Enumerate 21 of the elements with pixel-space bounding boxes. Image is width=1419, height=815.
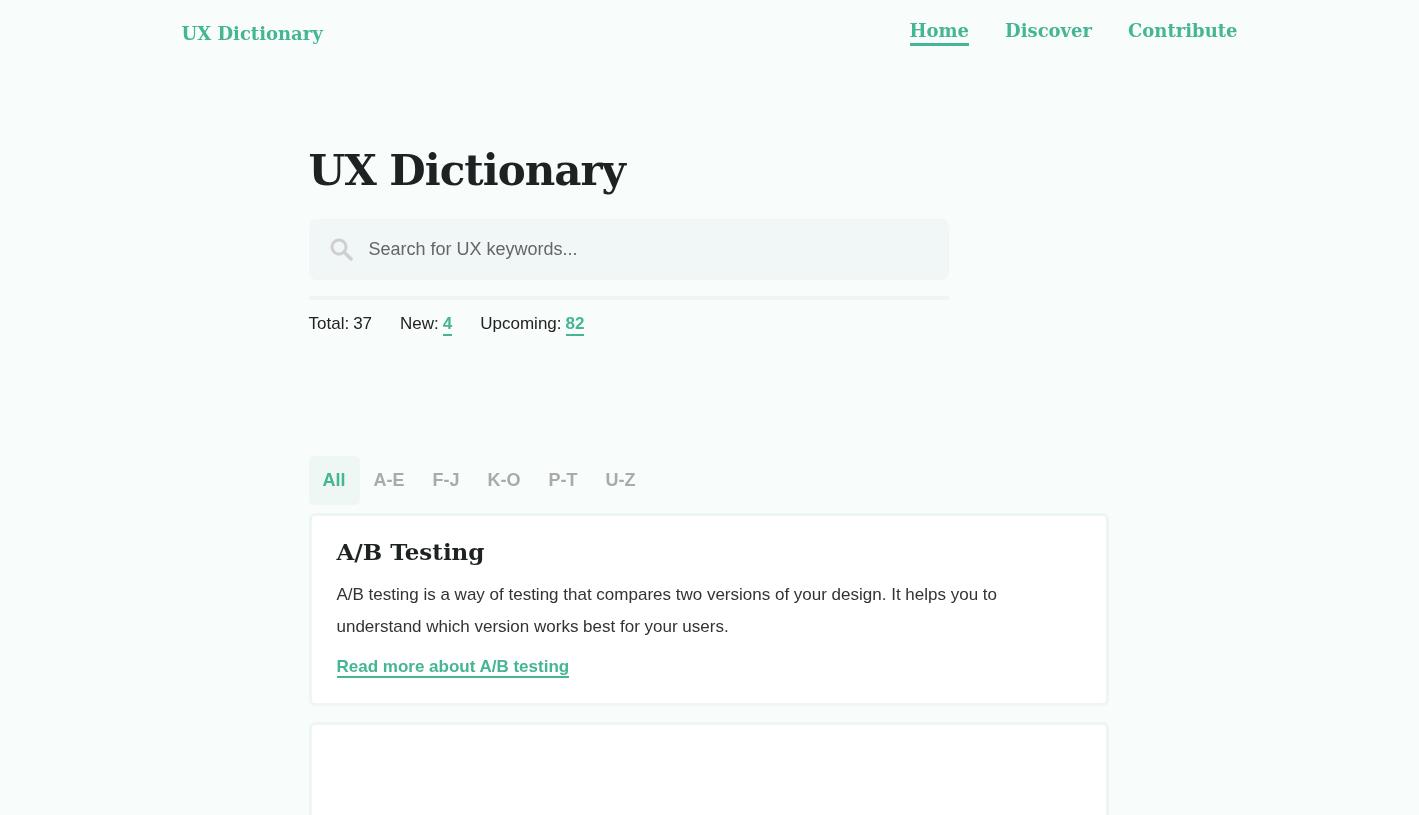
filter-tab[interactable]: U-Z [591,456,650,505]
read-more-link[interactable]: Read more about A/B testing [336,657,570,678]
search-field[interactable]: Search for UX keywords... [308,219,949,280]
entry-description: A/B testing is a way of testing that compares two versions of your design. It helps you to understand which version works best for your users. [336,584,998,638]
nav-link[interactable]: Contribute [1128,20,1238,46]
nav-link[interactable]: Discover [1005,20,1092,46]
stat-link[interactable]: 4 [442,314,453,336]
nav-link[interactable]: Home [909,20,970,46]
filter-tab[interactable]: P-T [534,456,592,505]
filter-tab[interactable]: F-J [418,456,474,505]
stat-value: 37 [353,314,373,335]
page-title: UX Dictionary [308,146,628,195]
filter-tab[interactable]: A-E [359,456,419,505]
filter-tab[interactable]: K-O [473,456,535,505]
stat-label: Upcoming: [480,314,562,335]
stat-label: New: [400,314,439,335]
site-logo[interactable]: UX Dictionary [181,22,323,44]
stat-label: Total: [308,314,350,335]
entry-title: A/B Testing [336,538,486,565]
filter-tab[interactable]: All [308,456,360,505]
stat-link[interactable]: 82 [565,314,585,336]
